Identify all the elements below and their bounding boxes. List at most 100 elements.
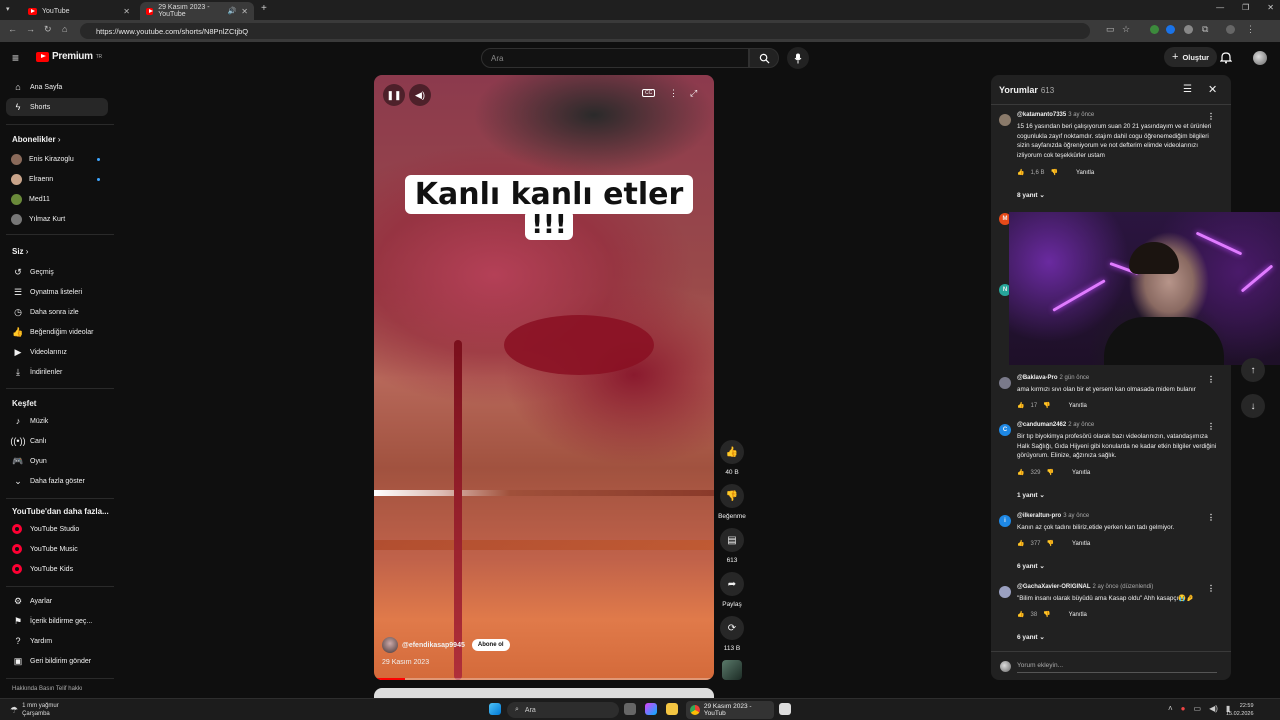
thumb-down-icon[interactable]: 👎 <box>1051 169 1058 176</box>
previous-short-button[interactable]: ↑ <box>1241 358 1265 382</box>
close-icon[interactable]: ✕ <box>1208 83 1217 96</box>
comment-avatar[interactable] <box>999 114 1011 126</box>
search-input[interactable]: Ara <box>481 48 749 68</box>
search-button[interactable] <box>749 48 779 68</box>
comment-avatar[interactable] <box>999 377 1011 389</box>
thumb-down-icon[interactable]: 👎 <box>1043 611 1050 618</box>
next-short-preview[interactable] <box>374 688 714 698</box>
sidebar-item-home[interactable]: ⌂ Ana Sayfa <box>6 78 108 96</box>
minimize-icon[interactable]: — <box>1216 3 1224 12</box>
comment-more-icon[interactable]: ⋮ <box>1207 513 1215 522</box>
comment-more-icon[interactable]: ⋮ <box>1207 375 1215 384</box>
tab-shorts[interactable]: 29 Kasım 2023 - YouTube 🔊 ✕ <box>140 2 254 20</box>
thumb-up-icon[interactable]: 👍 <box>1017 611 1024 618</box>
shorts-video-player[interactable]: Kanlı kanlı etler !!! ❚❚ ◀) CC ⋮ ⤢ @efen… <box>374 75 714 680</box>
sidebar-item-youtube-kids[interactable]: YouTube Kids <box>6 560 108 578</box>
remix-button[interactable]: ⟳ <box>720 616 744 640</box>
network-icon[interactable]: ▭ <box>1194 704 1202 713</box>
taskbar-clock[interactable]: 22:59 15.02.2026 <box>1226 702 1254 718</box>
speaker-icon[interactable]: 🔊 <box>228 7 237 15</box>
create-button[interactable]: + Oluştur <box>1164 47 1218 67</box>
replies-toggle[interactable]: 8 yanıt ⌄ <box>1017 191 1045 199</box>
thumb-down-icon[interactable]: 👎 <box>1047 540 1054 547</box>
tab-close-icon[interactable]: ✕ <box>123 7 130 16</box>
you-heading[interactable]: Siz › <box>12 247 28 256</box>
add-comment-input[interactable]: Yorum ekleyin... <box>1017 662 1063 669</box>
microphone-icon[interactable]: ● <box>1181 704 1186 713</box>
reply-button[interactable]: Yanıtla <box>1069 612 1087 618</box>
youtube-premium-logo[interactable]: Premium TR <box>36 51 102 62</box>
file-explorer-icon[interactable] <box>666 703 678 715</box>
forward-icon[interactable]: → <box>26 24 35 34</box>
tab-search-icon[interactable]: ▾ <box>6 5 10 13</box>
sidebar-item-downloads[interactable]: ⤓ İndirilenler <box>6 363 108 381</box>
sidebar-item-gaming[interactable]: 🎮 Oyun <box>6 452 108 470</box>
extensions-puzzle-icon[interactable]: ⧉ <box>1202 24 1208 35</box>
comment-avatar[interactable]: C <box>999 424 1011 436</box>
new-tab-icon[interactable]: + <box>261 3 267 14</box>
sidebar-item-shorts[interactable]: ϟ Shorts <box>6 98 108 116</box>
pause-button[interactable]: ❚❚ <box>383 84 405 106</box>
volume-button[interactable]: ◀) <box>409 84 431 106</box>
sidebar-item-history[interactable]: ↺ Geçmiş <box>6 263 108 281</box>
chevron-up-icon[interactable]: ˄ <box>1168 704 1173 713</box>
reload-icon[interactable]: ↻ <box>44 24 52 35</box>
thumb-up-icon[interactable]: 👍 <box>1017 169 1024 176</box>
tab-close-icon[interactable]: ✕ <box>241 7 248 16</box>
sidebar-item-report-history[interactable]: ⚑ İçerik bildirme geç... <box>6 612 108 630</box>
comment-more-icon[interactable]: ⋮ <box>1207 584 1215 593</box>
sidebar-item-youtube-studio[interactable]: YouTube Studio <box>6 520 108 538</box>
channel-name[interactable]: @efendikasap9945 <box>402 642 465 649</box>
sidebar-item-your-videos[interactable]: ▶ Videolarınız <box>6 343 108 361</box>
sidebar-item-channel[interactable]: Elraenn <box>6 170 108 188</box>
subscribe-button[interactable]: Abone ol <box>471 639 510 651</box>
notifications-bell-icon[interactable] <box>1220 51 1232 64</box>
sidebar-item-channel[interactable]: Yılmaz Kurt <box>6 210 108 228</box>
reply-button[interactable]: Yanıtla <box>1072 470 1090 476</box>
browser-menu-icon[interactable]: ⋮ <box>1246 24 1255 35</box>
sidebar-item-music[interactable]: ♪ Müzik <box>6 412 108 430</box>
sidebar-item-liked-videos[interactable]: 👍 Beğendiğim videolar <box>6 323 108 341</box>
like-button[interactable]: 👍 <box>720 440 744 464</box>
copilot-icon[interactable] <box>645 703 657 715</box>
video-progress-bar[interactable] <box>374 678 714 680</box>
sidebar-item-channel[interactable]: Enis Kirazoglu <box>6 150 108 168</box>
url-field[interactable]: https://www.youtube.com/shorts/N8PnlZCtj… <box>80 23 1090 39</box>
sidebar-item-youtube-music[interactable]: YouTube Music <box>6 540 108 558</box>
comments-button[interactable]: ▤ <box>720 528 744 552</box>
sidebar-item-playlists[interactable]: ☰ Oynatma listeleri <box>6 283 108 301</box>
subscriptions-heading[interactable]: Abonelikler › <box>12 135 60 144</box>
reply-button[interactable]: Yanıtla <box>1076 170 1094 176</box>
voice-search-button[interactable] <box>787 47 809 69</box>
captions-icon[interactable]: CC <box>642 89 656 97</box>
comment-more-icon[interactable]: ⋮ <box>1207 112 1215 121</box>
account-avatar[interactable] <box>1253 51 1267 65</box>
replies-toggle[interactable]: 6 yanıt ⌄ <box>1017 562 1045 570</box>
close-window-icon[interactable]: ✕ <box>1267 3 1274 12</box>
channel-avatar[interactable] <box>382 637 398 653</box>
comment-avatar[interactable]: i <box>999 515 1011 527</box>
reply-button[interactable]: Yanıtla <box>1072 541 1090 547</box>
more-options-icon[interactable]: ⋮ <box>669 88 678 99</box>
weather-widget[interactable]: ☂ 1 mm yağmur Çarşamba <box>10 702 59 718</box>
tab-youtube[interactable]: YouTube ✕ <box>22 2 136 20</box>
sound-thumbnail[interactable] <box>722 660 742 680</box>
sidebar-item-settings[interactable]: ⚙ Ayarlar <box>6 592 108 610</box>
thumb-down-icon[interactable]: 👎 <box>1047 469 1054 476</box>
taskbar-chrome-window[interactable]: 29 Kasım 2023 - YouTub <box>686 701 774 719</box>
extension-icon[interactable] <box>1166 25 1175 34</box>
sidebar-item-live[interactable]: ((•)) Canlı <box>6 432 108 450</box>
cast-icon[interactable]: ▭ <box>1106 24 1115 35</box>
extension-icon[interactable] <box>1150 25 1159 34</box>
bookmark-star-icon[interactable]: ☆ <box>1122 24 1130 35</box>
replies-toggle[interactable]: 6 yanıt ⌄ <box>1017 633 1045 641</box>
sidebar-item-watch-later[interactable]: ◷ Daha sonra izle <box>6 303 108 321</box>
taskbar-app-icon[interactable] <box>779 703 791 715</box>
thumb-up-icon[interactable]: 👍 <box>1017 540 1024 547</box>
sidebar-footer-links[interactable]: Hakkında Basın Telif hakkı <box>12 686 83 692</box>
reply-button[interactable]: Yanıtla <box>1069 403 1087 409</box>
task-view-icon[interactable] <box>624 703 636 715</box>
share-button[interactable]: ➦ <box>720 572 744 596</box>
taskbar-search[interactable]: ⌕ Ara <box>507 702 619 718</box>
sidebar-item-help[interactable]: ? Yardım <box>6 632 108 650</box>
